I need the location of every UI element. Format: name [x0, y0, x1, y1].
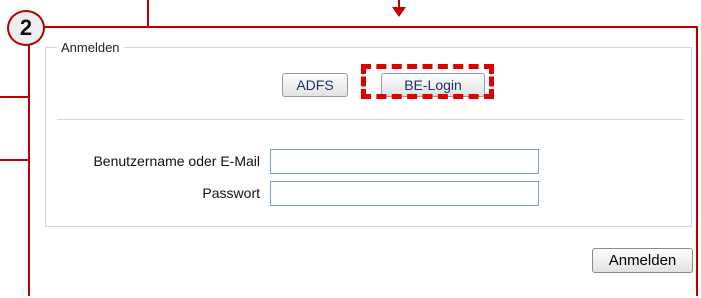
password-label: Passwort	[202, 185, 260, 201]
adfs-button[interactable]: ADFS	[282, 73, 348, 97]
username-input[interactable]	[270, 149, 539, 174]
username-label: Benutzername oder E-Mail	[93, 153, 260, 169]
be-login-highlight	[361, 64, 494, 99]
annotation-arrow-head-icon	[392, 7, 406, 17]
annotation-line	[147, 0, 149, 27]
step-badge: 2	[7, 10, 45, 46]
password-input[interactable]	[270, 181, 539, 206]
submit-button[interactable]: Anmelden	[592, 248, 693, 273]
fieldset-divider	[57, 119, 684, 120]
annotation-line	[0, 159, 29, 161]
fieldset-legend: Anmelden	[57, 40, 124, 55]
annotation-line	[0, 96, 29, 98]
